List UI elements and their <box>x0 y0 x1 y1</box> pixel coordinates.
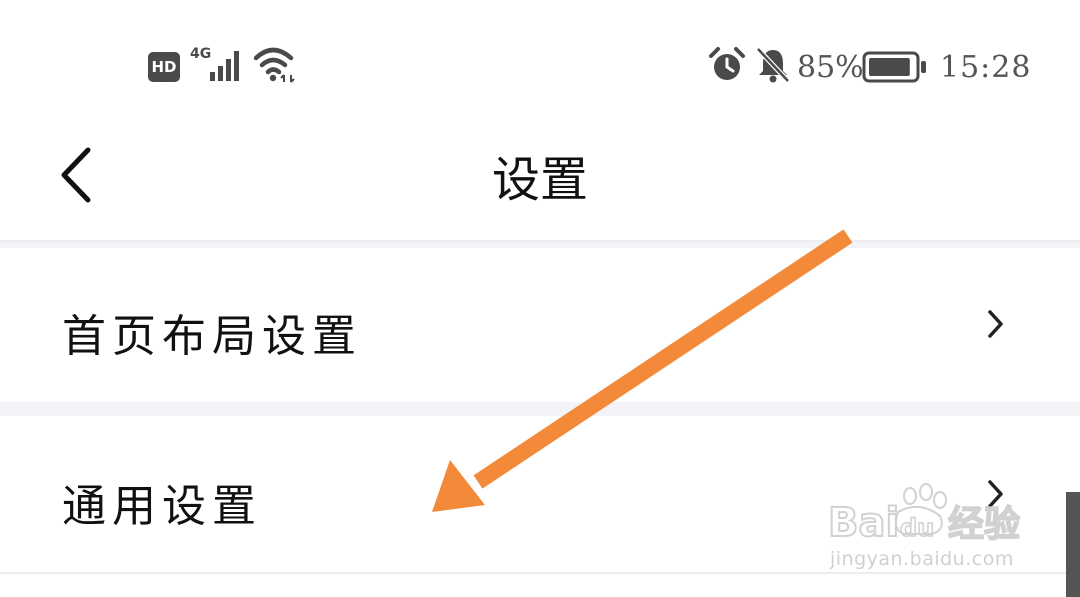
battery-icon <box>862 51 926 83</box>
cellular-signal-icon <box>210 51 239 81</box>
section-gap <box>0 402 1080 416</box>
svg-text:经验: 经验 <box>948 504 1020 545</box>
hd-badge: HD <box>148 52 180 82</box>
svg-text:Bai: Bai <box>828 500 899 546</box>
alarm-clock-icon <box>709 47 745 80</box>
chevron-right-icon <box>988 310 1003 338</box>
settings-item-label: 通用设置 <box>62 481 262 532</box>
battery-percent: 85% <box>797 50 864 85</box>
bell-muted-icon <box>756 47 790 83</box>
settings-item-home-layout[interactable]: 首页布局设置 <box>0 248 1080 402</box>
svg-text:du: du <box>900 514 934 542</box>
wifi-icon <box>253 47 295 83</box>
settings-item-label: 首页布局设置 <box>62 311 362 362</box>
page-title: 设置 <box>491 152 588 208</box>
battery-level-fill <box>869 58 910 76</box>
watermark-url: jingyan.baidu.com <box>830 548 1014 570</box>
settings-screen: HD 4G 85% 15:28 设置 首页布局设置 通用设置 Bai du 经验… <box>0 0 1080 597</box>
status-clock: 15:28 <box>940 50 1032 85</box>
scrollbar-thumb[interactable] <box>1066 492 1080 597</box>
status-bar: HD 4G 85% 15:28 <box>0 0 1080 130</box>
